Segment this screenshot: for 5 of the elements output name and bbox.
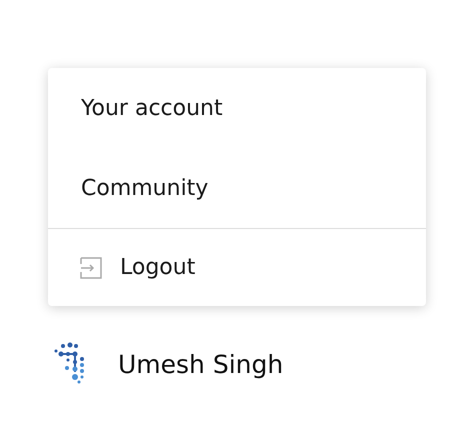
logout-item[interactable]: Logout [48,229,426,306]
menu-item[interactable]: Community [48,148,426,228]
user-name: Umesh Singh [118,349,284,382]
logout-icon [80,256,102,278]
menu-item[interactable]: Your account [48,68,426,148]
